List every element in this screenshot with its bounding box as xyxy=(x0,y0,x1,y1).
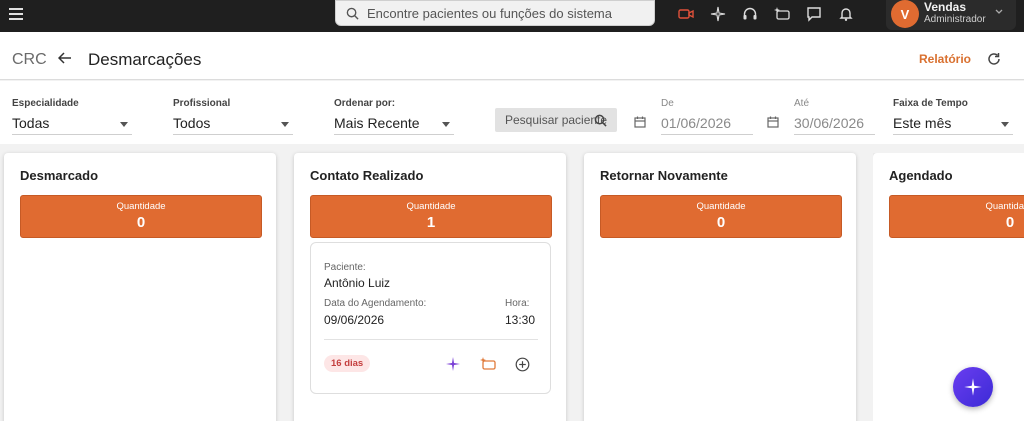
headset-icon[interactable] xyxy=(734,3,766,25)
column-title: Desmarcado xyxy=(20,168,99,183)
chat-ai-button[interactable] xyxy=(478,354,498,374)
caret-down-icon xyxy=(281,122,289,127)
search-icon xyxy=(346,7,359,20)
quantity-box: Quantidade 0 xyxy=(600,195,842,238)
quantity-label: Quantidade xyxy=(116,201,166,212)
column-retornar-novamente: Retornar Novamente Quantidade 0 xyxy=(584,153,856,421)
profissional-select[interactable]: Todos xyxy=(173,113,293,135)
global-search-placeholder: Encontre pacientes ou funções do sistema xyxy=(367,5,612,21)
ai-assistant-fab[interactable] xyxy=(953,367,993,407)
caret-down-icon xyxy=(442,122,450,127)
faixa-value: Este mês xyxy=(893,115,952,131)
ordenar-label: Ordenar por: xyxy=(334,98,396,109)
user-menu[interactable]: V Vendas Administrador xyxy=(886,0,1016,30)
refresh-icon[interactable] xyxy=(987,52,1001,66)
calendar-icon[interactable] xyxy=(634,116,646,128)
quantity-value: 0 xyxy=(716,214,726,231)
quantity-label: Quantidade xyxy=(985,201,1024,212)
breadcrumb[interactable]: CRC xyxy=(12,51,47,69)
top-bar: Encontre pacientes ou funções do sistema… xyxy=(0,0,1024,32)
filters-bar: Especialidade Todas Profissional Todos O… xyxy=(0,81,1024,144)
sparkle-icon[interactable] xyxy=(702,3,734,25)
column-clip: Agendado Quantidade 0 xyxy=(873,153,1024,421)
menu-icon[interactable] xyxy=(9,8,23,20)
chevron-down-icon xyxy=(995,9,1003,14)
quantity-label: Quantidade xyxy=(696,201,746,212)
column-title: Contato Realizado xyxy=(310,168,424,183)
patient-label: Paciente: xyxy=(324,262,366,273)
message-icon[interactable] xyxy=(798,3,830,25)
sparkle-icon xyxy=(446,357,460,371)
days-badge: 16 dias xyxy=(324,355,371,372)
de-value: 01/06/2026 xyxy=(661,115,732,131)
ai-sparkle-button[interactable] xyxy=(443,354,463,374)
top-icons xyxy=(670,3,862,25)
sparkle-icon xyxy=(964,378,982,396)
caret-down-icon xyxy=(1001,122,1009,127)
plus-circle-icon xyxy=(515,357,529,371)
ate-value: 30/06/2026 xyxy=(794,115,865,131)
de-date-input[interactable]: 01/06/2026 xyxy=(661,113,753,135)
appointment-date: 09/06/2026 xyxy=(324,313,385,327)
especialidade-select[interactable]: Todas xyxy=(12,113,132,135)
divider xyxy=(324,339,538,340)
time-label: Hora: xyxy=(505,298,530,309)
quantity-value: 0 xyxy=(1005,214,1015,231)
ordenar-value: Mais Recente xyxy=(334,115,420,131)
column-desmarcado: Desmarcado Quantidade 0 xyxy=(4,153,276,421)
faixa-select[interactable]: Este mês xyxy=(893,113,1013,135)
date-label: Data do Agendamento: xyxy=(324,298,427,309)
especialidade-label: Especialidade xyxy=(12,98,79,109)
faixa-label: Faixa de Tempo xyxy=(893,98,968,109)
video-icon[interactable] xyxy=(670,3,702,25)
profissional-value: Todos xyxy=(173,115,211,131)
quantity-box: Quantidade 0 xyxy=(889,195,1024,238)
column-contato-realizado: Contato Realizado Quantidade 1 Paciente:… xyxy=(294,153,566,421)
column-agendado: Agendado Quantidade 0 xyxy=(873,153,1024,421)
back-arrow-icon[interactable] xyxy=(58,52,72,64)
page-header: CRC Desmarcações Relatório xyxy=(0,32,1024,80)
bell-icon[interactable] xyxy=(830,3,862,25)
caret-down-icon xyxy=(120,122,128,127)
profissional-label: Profissional xyxy=(173,98,231,109)
global-search[interactable]: Encontre pacientes ou funções do sistema xyxy=(335,0,655,26)
quantity-box: Quantidade 1 xyxy=(310,195,552,238)
quantity-value: 0 xyxy=(136,214,146,231)
user-name: Vendas xyxy=(924,0,967,14)
report-button[interactable]: Relatório xyxy=(919,52,971,66)
ate-date-input[interactable]: 30/06/2026 xyxy=(794,113,875,135)
column-title: Retornar Novamente xyxy=(600,168,728,183)
quantity-label: Quantidade xyxy=(406,201,456,212)
add-button[interactable] xyxy=(512,354,532,374)
page-title: Desmarcações xyxy=(88,50,202,69)
chat-sparkle-icon[interactable] xyxy=(766,3,798,25)
search-icon[interactable] xyxy=(594,114,607,127)
patient-name: Antônio Luiz xyxy=(324,276,391,290)
avatar: V xyxy=(891,0,919,28)
especialidade-value: Todas xyxy=(12,115,50,131)
de-label: De xyxy=(661,98,674,109)
calendar-icon[interactable] xyxy=(767,116,779,128)
quantity-box: Quantidade 0 xyxy=(20,195,262,238)
quantity-value: 1 xyxy=(426,214,436,231)
appointment-time: 13:30 xyxy=(505,313,536,327)
chat-sparkle-icon xyxy=(480,357,496,370)
ate-label: Até xyxy=(794,98,810,109)
ordenar-select[interactable]: Mais Recente xyxy=(334,113,454,135)
column-title: Agendado xyxy=(889,168,953,183)
patient-card[interactable]: Paciente: Antônio Luiz Data do Agendamen… xyxy=(310,242,551,394)
user-role: Administrador xyxy=(924,14,986,25)
